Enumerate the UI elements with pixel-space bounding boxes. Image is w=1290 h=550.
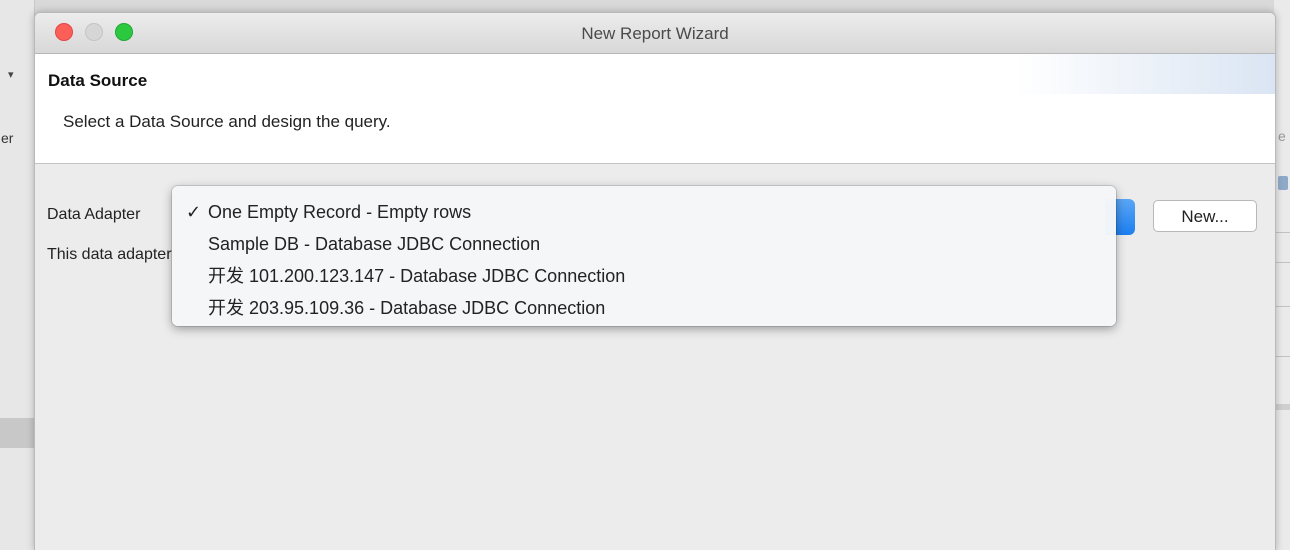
- page-description: Select a Data Source and design the quer…: [63, 112, 391, 131]
- dropdown-option-label: 开发 101.200.123.147 - Database JDBC Conne…: [208, 266, 626, 286]
- page-title: Data Source: [48, 71, 148, 90]
- wizard-header: Data Source Select a Data Source and des…: [35, 54, 1275, 164]
- dropdown-arrow-icon: ▾: [8, 69, 14, 81]
- data-adapter-dropdown[interactable]: ✓ One Empty Record - Empty rows Sample D…: [172, 186, 1116, 326]
- background-app-left: ▾ er: [0, 0, 35, 550]
- database-icon: [1278, 176, 1288, 190]
- dropdown-option-label: Sample DB - Database JDBC Connection: [208, 234, 541, 254]
- dropdown-option[interactable]: 开发 203.95.109.36 - Database JDBC Connect…: [172, 292, 1116, 324]
- background-text-left: er: [1, 130, 14, 146]
- data-adapter-label: Data Adapter: [47, 206, 141, 223]
- header-banner: [1015, 54, 1275, 94]
- background-divider: [1274, 356, 1290, 357]
- dropdown-option-label: 开发 203.95.109.36 - Database JDBC Connect…: [208, 298, 606, 318]
- background-app-right: e: [1274, 0, 1290, 550]
- background-divider: [1274, 232, 1290, 233]
- background-band: [0, 418, 34, 448]
- background-band: [1274, 404, 1290, 410]
- data-adapter-info-text: This data adapter: [47, 246, 172, 263]
- background-text-right: e: [1278, 128, 1286, 144]
- background-divider: [1274, 262, 1290, 263]
- dropdown-option-label: One Empty Record - Empty rows: [208, 202, 472, 222]
- window-title: New Report Wizard: [581, 24, 729, 43]
- dropdown-option[interactable]: Sample DB - Database JDBC Connection: [172, 228, 1116, 260]
- dropdown-option[interactable]: ✓ One Empty Record - Empty rows: [172, 196, 1116, 228]
- new-adapter-button[interactable]: New...: [1153, 200, 1257, 232]
- title-bar: New Report Wizard: [35, 13, 1275, 54]
- checkmark-icon: ✓: [186, 202, 202, 222]
- screen: ▾ er e New Report Wizard Data Source Sel…: [0, 0, 1290, 550]
- dropdown-option[interactable]: 开发 101.200.123.147 - Database JDBC Conne…: [172, 260, 1116, 292]
- background-divider: [1274, 306, 1290, 307]
